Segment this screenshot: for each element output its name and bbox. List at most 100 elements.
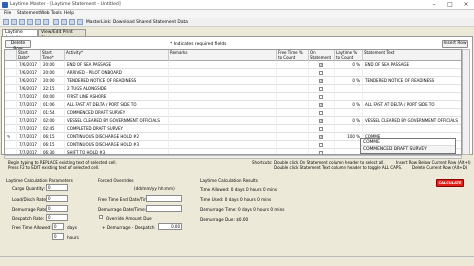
cell-text[interactable] <box>363 69 461 77</box>
new-icon[interactable] <box>3 19 9 25</box>
cell-time[interactable]: 02:45 <box>41 125 65 133</box>
cell-ft[interactable] <box>277 77 309 85</box>
cell-time[interactable]: 20:00 <box>41 61 65 69</box>
table-row[interactable]: 7/6/2017 22:15 2 TUGS ALONGSIDE <box>5 85 461 93</box>
info-icon[interactable] <box>69 19 75 25</box>
cell-remarks[interactable] <box>169 109 277 117</box>
cell-activity[interactable]: CONTINUOUS DISCHARGE HOLD #3 <box>65 141 169 149</box>
cell-pct[interactable]: 0 % <box>335 117 363 125</box>
cell-activity[interactable]: END OF SEA PASSAGE <box>65 61 169 69</box>
row-selector[interactable] <box>5 101 17 109</box>
cell-activity[interactable]: VESSEL CLEARED BY GOVERNMENT OFFICIALS <box>65 117 169 125</box>
cell-pct[interactable]: 0 % <box>335 61 363 69</box>
cell-activity[interactable]: FIRST LINE ASHORE <box>65 93 169 101</box>
cell-date[interactable]: 7/6/2017 <box>17 69 41 77</box>
cell-text[interactable]: END OF SEA PASSAGE <box>363 61 461 69</box>
cell-date[interactable]: 7/7/2017 <box>17 141 41 149</box>
on-statement-checkbox[interactable] <box>319 95 323 99</box>
cell-pct[interactable] <box>335 141 363 149</box>
cell-ft[interactable] <box>277 141 309 149</box>
col-remarks[interactable]: Remarks <box>169 50 277 61</box>
table-row[interactable]: 7/6/2017 20:00 TENDERED NOTICE OF READINES… <box>5 77 461 85</box>
on-statement-checkbox[interactable]: ✓ <box>319 63 323 67</box>
cell-time[interactable]: 20:00 <box>41 77 65 85</box>
col-on-statement[interactable]: On Statement <box>309 50 335 61</box>
on-statement-checkbox[interactable]: ✓ <box>319 103 323 107</box>
on-statement-checkbox[interactable] <box>319 127 323 131</box>
masterlink-icon[interactable] <box>77 19 83 25</box>
row-selector[interactable] <box>5 77 17 85</box>
table-row[interactable]: 7/6/2017 20:00 END OF SEA PASSAGE ✓ 0 % END O… <box>5 61 461 69</box>
row-selector[interactable] <box>5 85 17 93</box>
cell-time[interactable]: 00:00 <box>41 93 65 101</box>
cell-date[interactable]: 7/6/2017 <box>17 61 41 69</box>
cell-remarks[interactable] <box>169 61 277 69</box>
on-statement-checkbox[interactable] <box>319 87 323 91</box>
cell-pct[interactable]: 0 % <box>335 101 363 109</box>
cell-date[interactable]: 7/6/2017 <box>17 77 41 85</box>
cell-date[interactable]: 7/7/2017 <box>17 117 41 125</box>
cell-ft[interactable] <box>277 93 309 101</box>
cell-on-statement[interactable] <box>309 125 335 133</box>
cell-time[interactable]: 06:15 <box>41 141 65 149</box>
table-row[interactable]: 7/7/2017 01:06 ALL FAST AT DELTA / PORT SI… <box>5 101 461 109</box>
cargo-qty-input[interactable]: 0 <box>46 184 68 191</box>
cell-on-statement[interactable] <box>309 141 335 149</box>
cell-date[interactable]: 7/7/2017 <box>17 133 41 141</box>
col-start-date[interactable]: Start Date* <box>17 50 41 61</box>
cell-activity[interactable]: ALL FAST AT DELTA / PORT SIDE TO <box>65 101 169 109</box>
cell-on-statement[interactable] <box>309 93 335 101</box>
col-statement-text[interactable]: Statement Text <box>363 50 461 61</box>
cell-remarks[interactable] <box>169 77 277 85</box>
cell-on-statement[interactable] <box>309 69 335 77</box>
cell-time[interactable]: 01:54 <box>41 109 65 117</box>
cell-on-statement[interactable]: ✓ <box>309 61 335 69</box>
link-icon[interactable] <box>53 19 59 25</box>
cell-on-statement[interactable] <box>309 109 335 117</box>
free-time-end-input[interactable] <box>146 195 182 202</box>
insert-row-button[interactable]: Insert Row <box>442 40 468 48</box>
cell-text[interactable]: VESSEL CLEARED BY GOVERNMENT OFFICIALS <box>363 117 461 125</box>
menu-help[interactable]: Help <box>64 11 74 16</box>
tab-laytime-activities[interactable]: Laytime Activities <box>2 29 38 41</box>
col-activity[interactable]: Activity* <box>65 50 169 61</box>
col-start-time[interactable]: Start Time* <box>41 50 65 61</box>
cell-time[interactable]: 22:15 <box>41 85 65 93</box>
print-icon[interactable] <box>27 19 33 25</box>
cell-remarks[interactable] <box>169 69 277 77</box>
cell-text[interactable] <box>363 125 461 133</box>
cell-on-statement[interactable]: ✓ <box>309 133 335 141</box>
delete-row-button[interactable]: Delete Row <box>5 40 31 52</box>
on-statement-checkbox[interactable] <box>319 71 323 75</box>
menu-file[interactable]: File <box>4 11 11 16</box>
close-icon[interactable]: × <box>458 0 474 10</box>
vertical-scrollbar[interactable] <box>462 49 470 155</box>
paste-icon[interactable] <box>43 19 49 25</box>
cell-text[interactable] <box>363 109 461 117</box>
cell-activity[interactable]: ARRIVED - PILOT ONBOARD <box>65 69 169 77</box>
cell-on-statement[interactable] <box>309 85 335 93</box>
cell-text[interactable]: ALL FAST AT DELTA / PORT SIDE TO <box>363 101 461 109</box>
demurrage-despatch-input[interactable]: 0.00 <box>158 223 182 230</box>
override-checkbox[interactable] <box>99 215 103 219</box>
cell-date[interactable]: 7/7/2017 <box>17 109 41 117</box>
on-statement-checkbox[interactable] <box>319 111 323 115</box>
cell-remarks[interactable] <box>169 133 277 141</box>
statement-text-dropdown[interactable]: COMME COMMENCED DRAFT SURVEY <box>360 138 456 154</box>
on-statement-checkbox[interactable]: ✓ <box>319 135 323 139</box>
row-selector[interactable] <box>5 141 17 149</box>
cell-activity[interactable]: CONTINUOUS DISCHARGE HOLD #2 <box>65 133 169 141</box>
tab-view-edit-print[interactable]: View/Edit Print Statement <box>38 29 86 41</box>
row-selector[interactable]: ✎ <box>5 133 17 141</box>
minimize-icon[interactable]: – <box>426 0 442 10</box>
row-selector[interactable] <box>5 109 17 117</box>
cell-ft[interactable] <box>277 109 309 117</box>
table-row[interactable]: 7/7/2017 00:00 FIRST LINE ASHORE <box>5 93 461 101</box>
horizontal-scrollbar[interactable] <box>4 155 462 159</box>
row-selector[interactable] <box>5 117 17 125</box>
load-rate-input[interactable]: 0 <box>46 195 68 202</box>
demurrage-rate-input[interactable]: 0 <box>46 205 68 212</box>
table-row[interactable]: 7/6/2017 20:00 ARRIVED - PILOT ONBOARD <box>5 69 461 77</box>
cell-remarks[interactable] <box>169 141 277 149</box>
cell-remarks[interactable] <box>169 125 277 133</box>
